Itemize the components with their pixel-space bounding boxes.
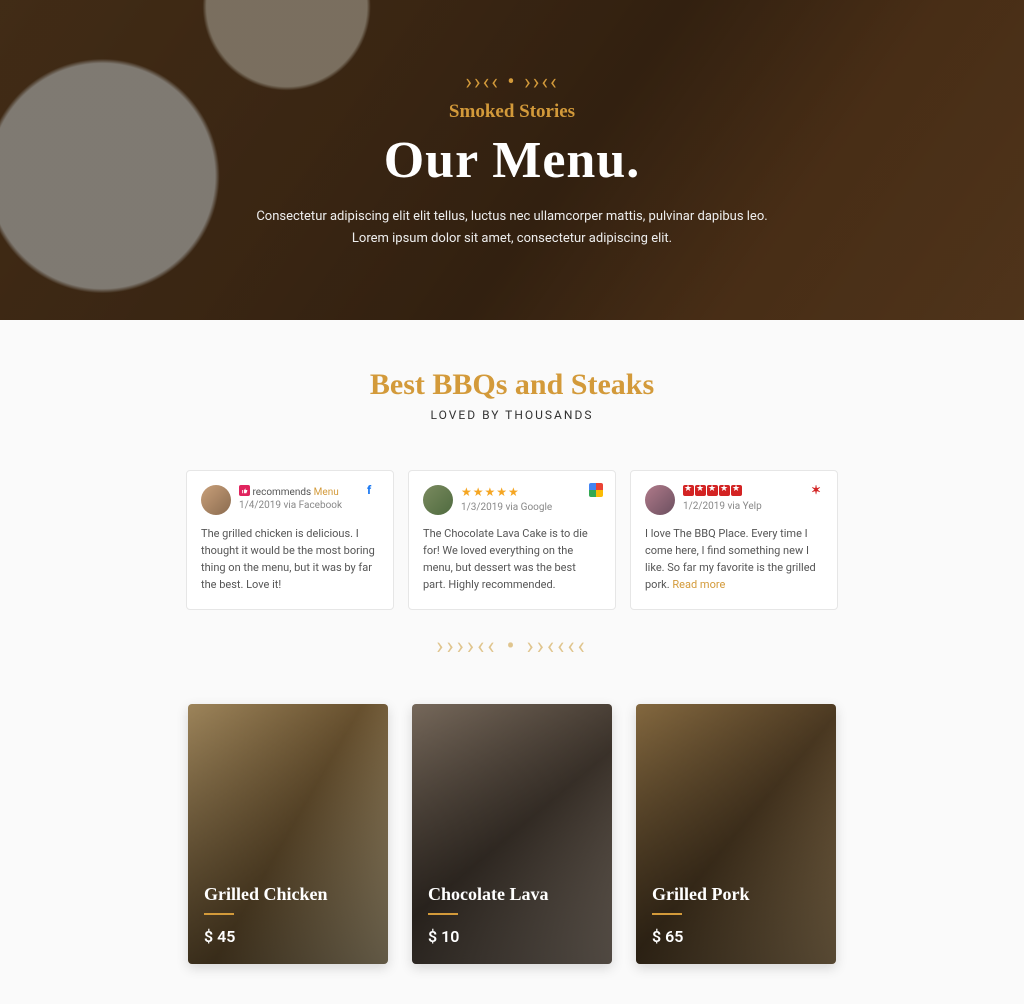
recommends-line: recommends Menu (239, 485, 342, 499)
menu-item-name: Chocolate Lava (428, 884, 596, 905)
reviews-section-header: Best BBQs and Steaks LOVED BY THOUSANDS (0, 320, 1024, 446)
menu-item-price: $ 45 (204, 927, 372, 946)
review-card: ★★★★★ 1/3/2019 via Google The Chocolate … (408, 470, 616, 610)
recommends-text: recommends (252, 487, 311, 498)
facebook-icon: f (367, 483, 381, 497)
read-more-link[interactable]: Read more (672, 578, 725, 591)
review-meta: 1/4/2019 via Facebook (239, 499, 342, 512)
reviews-row: f recommends Menu 1/4/2019 via Facebook … (0, 446, 1024, 632)
menu-grid: Grilled Chicken $ 45 Chocolate Lava $ 10… (0, 686, 1024, 1004)
accent-rule (428, 913, 458, 915)
menu-item-card[interactable]: Grilled Chicken $ 45 (188, 704, 388, 964)
recommends-link[interactable]: Menu (314, 487, 339, 498)
review-card: f recommends Menu 1/4/2019 via Facebook … (186, 470, 394, 610)
review-card: ✶ 1/2/2019 via Yelp I love The BBQ Place… (630, 470, 838, 610)
decorative-divider-icon: ››‹‹ • ››‹‹ (465, 70, 558, 95)
review-meta: 1/2/2019 via Yelp (683, 500, 762, 513)
yelp-icon: ✶ (811, 483, 825, 497)
menu-item-price: $ 10 (428, 927, 596, 946)
decorative-divider-icon: ››››‹‹ • ››‹‹‹‹ (0, 632, 1024, 686)
section-title: Best BBQs and Steaks (20, 368, 1004, 402)
review-text: I love The BBQ Place. Every time I come … (645, 525, 823, 593)
hero-banner: ››‹‹ • ››‹‹ Smoked Stories Our Menu. Con… (0, 0, 1024, 320)
star-rating (683, 485, 762, 500)
avatar (645, 485, 675, 515)
accent-rule (204, 913, 234, 915)
section-subtitle: LOVED BY THOUSANDS (20, 408, 1004, 422)
hero-eyebrow: Smoked Stories (449, 101, 575, 123)
review-meta: 1/3/2019 via Google (461, 501, 552, 514)
recommend-icon (239, 485, 250, 496)
hero-title: Our Menu. (384, 131, 641, 190)
accent-rule (652, 913, 682, 915)
star-rating: ★★★★★ (461, 485, 552, 501)
menu-item-card[interactable]: Grilled Pork $ 65 (636, 704, 836, 964)
review-text: The grilled chicken is delicious. I thou… (201, 525, 379, 593)
menu-item-name: Grilled Chicken (204, 884, 372, 905)
hero-description: Consectetur adipiscing elit elit tellus,… (242, 206, 782, 250)
menu-item-card[interactable]: Chocolate Lava $ 10 (412, 704, 612, 964)
review-text: The Chocolate Lava Cake is to die for! W… (423, 525, 601, 593)
menu-item-price: $ 65 (652, 927, 820, 946)
menu-item-name: Grilled Pork (652, 884, 820, 905)
avatar (423, 485, 453, 515)
avatar (201, 485, 231, 515)
google-icon (589, 483, 603, 497)
